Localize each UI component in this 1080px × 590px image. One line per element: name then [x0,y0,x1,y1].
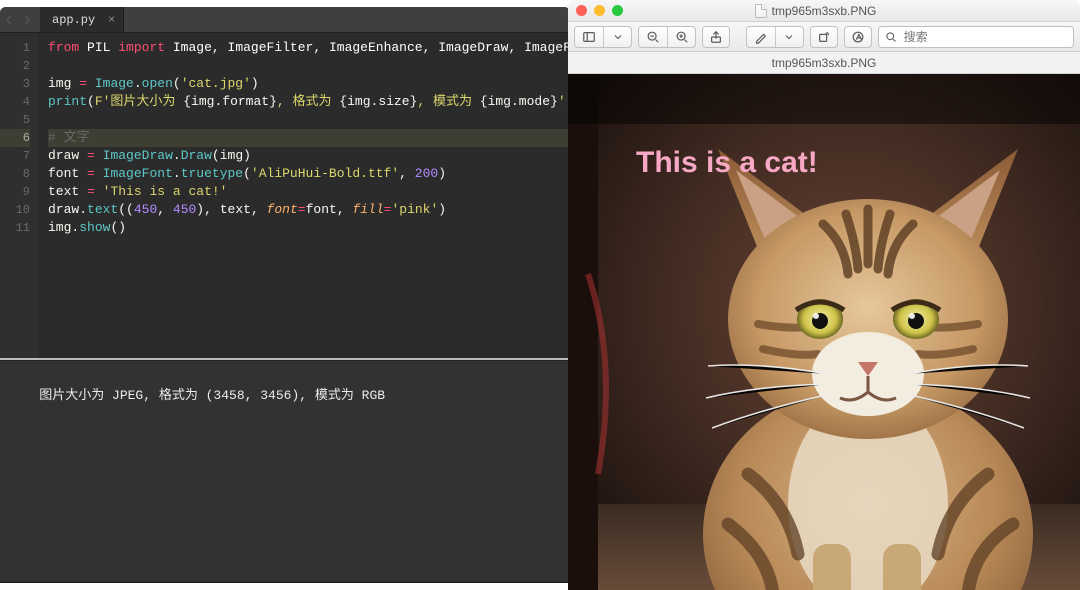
nav-back-icon[interactable] [0,7,18,32]
code-line[interactable] [48,57,570,75]
editor-window: app.py × 1234567891011 from PIL import I… [0,7,570,583]
editor-tab-label: app.py [52,13,95,27]
output-pane: 图片大小为 JPEG, 格式为 (3458, 3456), 模式为 RGB [0,360,570,582]
output-text: 图片大小为 JPEG, 格式为 (3458, 3456), 模式为 RGB [39,388,385,403]
editor-tab[interactable]: app.py × [40,7,124,32]
code-area[interactable]: from PIL import Image, ImageFilter, Imag… [38,33,570,358]
document-icon [755,4,767,18]
line-number-gutter: 1234567891011 [0,33,38,358]
markup-button[interactable] [746,26,804,48]
code-line[interactable]: draw = ImageDraw.Draw(img) [48,147,570,165]
code-line[interactable]: draw.text((450, 450), text, font=font, f… [48,201,570,219]
code-line[interactable] [48,111,570,129]
preview-titlebar: tmp965m3sxb.PNG [568,0,1080,22]
overlay-text: This is a cat! [636,146,818,179]
close-icon[interactable]: × [108,14,115,26]
code-line[interactable]: print(F'图片大小为 {img.format}, 格式为 {img.siz… [48,93,570,111]
code-line[interactable]: img.show() [48,219,570,237]
preview-title-text: tmp965m3sxb.PNG [772,4,877,18]
share-button[interactable] [702,26,730,48]
preview-tab-label: tmp965m3sxb.PNG [772,56,877,70]
search-input[interactable] [902,29,1067,45]
preview-title: tmp965m3sxb.PNG [613,4,1018,18]
rotate-button[interactable] [810,26,838,48]
code-line[interactable]: img = Image.open('cat.jpg') [48,75,570,93]
preview-tab[interactable]: tmp965m3sxb.PNG [568,52,1080,74]
zoom-in-button[interactable] [667,27,695,47]
code-line[interactable]: font = ImageFont.truetype('AliPuHui-Bold… [48,165,570,183]
window-close-button[interactable] [576,5,587,16]
preview-image: This is a cat! [568,74,1080,590]
nav-forward-icon[interactable] [18,7,36,32]
info-button[interactable] [844,26,872,48]
search-field[interactable] [878,26,1074,48]
search-icon [885,31,897,43]
editor-tab-bar: app.py × [0,7,570,33]
code-line[interactable]: # 文字 [48,129,570,147]
code-line[interactable]: text = 'This is a cat!' [48,183,570,201]
preview-window: tmp965m3sxb.PNG [568,0,1080,590]
editor-body: 1234567891011 from PIL import Image, Ima… [0,33,570,358]
zoom-controls [638,26,696,48]
preview-toolbar [568,22,1080,52]
code-line[interactable]: from PIL import Image, ImageFilter, Imag… [48,39,570,57]
window-minimize-button[interactable] [594,5,605,16]
zoom-out-button[interactable] [639,27,667,47]
sidebar-toggle-button[interactable] [574,26,632,48]
